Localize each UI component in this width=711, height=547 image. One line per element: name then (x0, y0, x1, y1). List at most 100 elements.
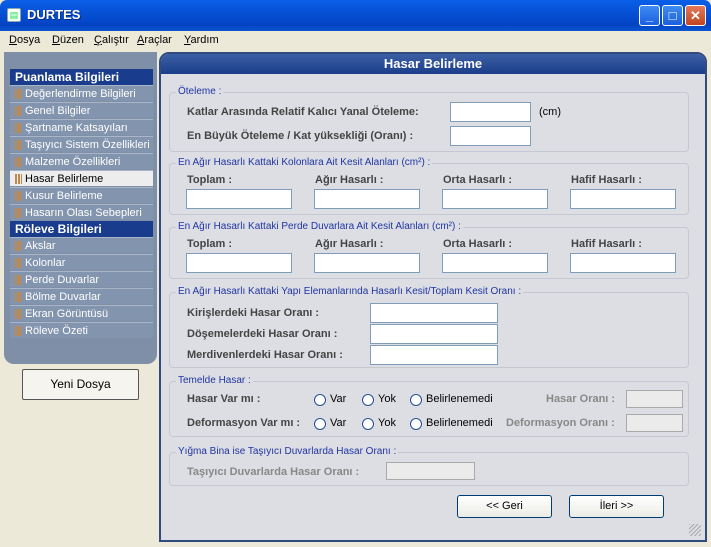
sidebar-item-degerlendirme[interactable]: Değerlendirme Bilgileri (10, 85, 153, 101)
sidebar-item-ekran[interactable]: Ekran Görüntüsü (10, 305, 153, 321)
bars-icon (15, 275, 22, 285)
perde-hafif-input[interactable] (570, 253, 676, 273)
col-orta: Orta Hasarlı : (443, 174, 513, 186)
group-label: En Ağır Hasarlı Kattaki Kolonlara Ait Ke… (176, 157, 433, 168)
sidebar-item-kusur[interactable]: Kusur Belirleme (10, 187, 153, 203)
sidebar-item-kolonlar[interactable]: Kolonlar (10, 254, 153, 270)
deform-orani-input[interactable] (626, 414, 683, 432)
menu-yardim[interactable]: Yardım (184, 34, 219, 46)
kolon-hafif-input[interactable] (570, 189, 676, 209)
resize-grip[interactable] (689, 524, 701, 536)
sidebar-item-perde[interactable]: Perde Duvarlar (10, 271, 153, 287)
temel-group: Temelde Hasar : Hasar Var mı : Var Yok B… (169, 375, 689, 437)
menu-dosya[interactable]: Dosya (9, 34, 40, 46)
menu-duzen[interactable]: Düzen (52, 34, 84, 46)
group-label: En Ağır Hasarlı Kattaki Perde Duvarlara … (176, 221, 463, 232)
col-orta: Orta Hasarlı : (443, 238, 513, 250)
sidebar-item-akslar[interactable]: Akslar (10, 237, 153, 253)
kolon-agir-input[interactable] (314, 189, 420, 209)
col-toplam: Toplam : (187, 238, 233, 250)
kolon-toplam-input[interactable] (186, 189, 292, 209)
bars-icon (15, 140, 22, 150)
bars-icon (15, 123, 22, 133)
bars-icon (15, 89, 22, 99)
eleman-group: En Ağır Hasarlı Kattaki Yapı Elemanların… (169, 286, 689, 368)
option-label: Yok (378, 393, 396, 405)
option-label: Belirlenemedi (426, 393, 493, 405)
hasar-var-radio[interactable] (314, 394, 326, 406)
doseme-input[interactable] (370, 324, 498, 344)
bars-icon (15, 241, 22, 251)
deform-var-label: Deformasyon Var mı : (187, 417, 301, 429)
sidebar: Puanlama Bilgileri Değerlendirme Bilgile… (4, 52, 157, 364)
title-bar: ▤ DURTES _ □ ✕ (0, 0, 711, 31)
hasar-orani-input[interactable] (626, 390, 683, 408)
bars-icon (15, 106, 22, 116)
max-label: En Büyük Öteleme / Kat yüksekliği (Oranı… (187, 130, 414, 142)
yigma-label: Taşıyıcı Duvarlarda Hasar Oranı : (187, 466, 360, 478)
minimize-button[interactable]: _ (639, 5, 660, 26)
next-button[interactable]: İleri >> (569, 495, 664, 518)
back-button[interactable]: << Geri (457, 495, 552, 518)
col-hafif: Hafif Hasarlı : (571, 174, 642, 186)
window-title: DURTES (27, 7, 81, 22)
perde-agir-input[interactable] (314, 253, 420, 273)
col-agir: Ağır Hasarlı : (315, 174, 384, 186)
hasar-yok-radio[interactable] (362, 394, 374, 406)
deform-belirlenemedi-radio[interactable] (410, 418, 422, 430)
new-file-button[interactable]: Yeni Dosya (22, 369, 139, 400)
sidebar-item-ozet[interactable]: Röleve Özeti (10, 322, 153, 338)
group-label: Yığma Bina ise Taşıyıcı Duvarlarda Hasar… (176, 446, 399, 457)
sidebar-item-hasar[interactable]: Hasar Belirleme (10, 170, 153, 186)
kolon-group: En Ağır Hasarlı Kattaki Kolonlara Ait Ke… (169, 157, 689, 215)
option-label: Belirlenemedi (426, 417, 493, 429)
col-toplam: Toplam : (187, 174, 233, 186)
yigma-input[interactable] (386, 462, 475, 480)
bars-icon (15, 292, 22, 302)
hasar-orani-label: Hasar Oranı : (546, 393, 616, 405)
bars-icon (15, 309, 22, 319)
group-label: Öteleme : (176, 86, 224, 97)
col-hafif: Hafif Hasarlı : (571, 238, 642, 250)
menu-araclar[interactable]: Araçlar (137, 34, 172, 46)
perde-orta-input[interactable] (442, 253, 548, 273)
main-panel: Hasar Belirleme Öteleme : Katlar Arasınd… (159, 52, 707, 542)
sidebar-item-sebepler[interactable]: Hasarın Olası Sebepleri (10, 204, 153, 220)
bars-icon (15, 191, 22, 201)
bars-icon (15, 208, 22, 218)
maximize-button[interactable]: □ (662, 5, 683, 26)
option-label: Var (330, 393, 347, 405)
sidebar-item-genel[interactable]: Genel Bilgiler (10, 102, 153, 118)
col-agir: Ağır Hasarlı : (315, 238, 384, 250)
max-input[interactable] (450, 126, 531, 146)
perde-group: En Ağır Hasarlı Kattaki Perde Duvarlara … (169, 221, 689, 279)
sidebar-item-sartname[interactable]: Şartname Katsayıları (10, 119, 153, 135)
merdiven-label: Merdivenlerdeki Hasar Oranı : (187, 349, 343, 361)
page-title: Hasar Belirleme (161, 54, 705, 74)
kolon-orta-input[interactable] (442, 189, 548, 209)
bars-icon (15, 258, 22, 268)
sidebar-item-tasiyici[interactable]: Taşıyıcı Sistem Özellikleri (10, 136, 153, 152)
perde-toplam-input[interactable] (186, 253, 292, 273)
kiris-input[interactable] (370, 303, 498, 323)
sidebar-item-bolme[interactable]: Bölme Duvarlar (10, 288, 153, 304)
hasar-var-label: Hasar Var mı : (187, 393, 261, 405)
bars-icon (15, 157, 22, 167)
merdiven-input[interactable] (370, 345, 498, 365)
sidebar-item-malzeme[interactable]: Malzeme Özellikleri (10, 153, 153, 169)
group-label: En Ağır Hasarlı Kattaki Yapı Elemanların… (176, 286, 524, 297)
close-button[interactable]: ✕ (685, 5, 706, 26)
doseme-label: Döşemelerdeki Hasar Oranı : (187, 328, 338, 340)
deform-yok-radio[interactable] (362, 418, 374, 430)
option-label: Yok (378, 417, 396, 429)
relative-label: Katlar Arasında Relatif Kalıcı Yanal Öte… (187, 106, 419, 118)
deform-orani-label: Deformasyon Oranı : (506, 417, 615, 429)
section-puanlama: Puanlama Bilgileri (10, 69, 153, 85)
option-label: Var (330, 417, 347, 429)
kiris-label: Kirişlerdeki Hasar Oranı : (187, 307, 320, 319)
menu-calistir[interactable]: Çalıştır (94, 34, 129, 46)
deform-var-radio[interactable] (314, 418, 326, 430)
hasar-belirlenemedi-radio[interactable] (410, 394, 422, 406)
section-roleve: Röleve Bilgileri (10, 221, 153, 237)
relative-input[interactable] (450, 102, 531, 122)
